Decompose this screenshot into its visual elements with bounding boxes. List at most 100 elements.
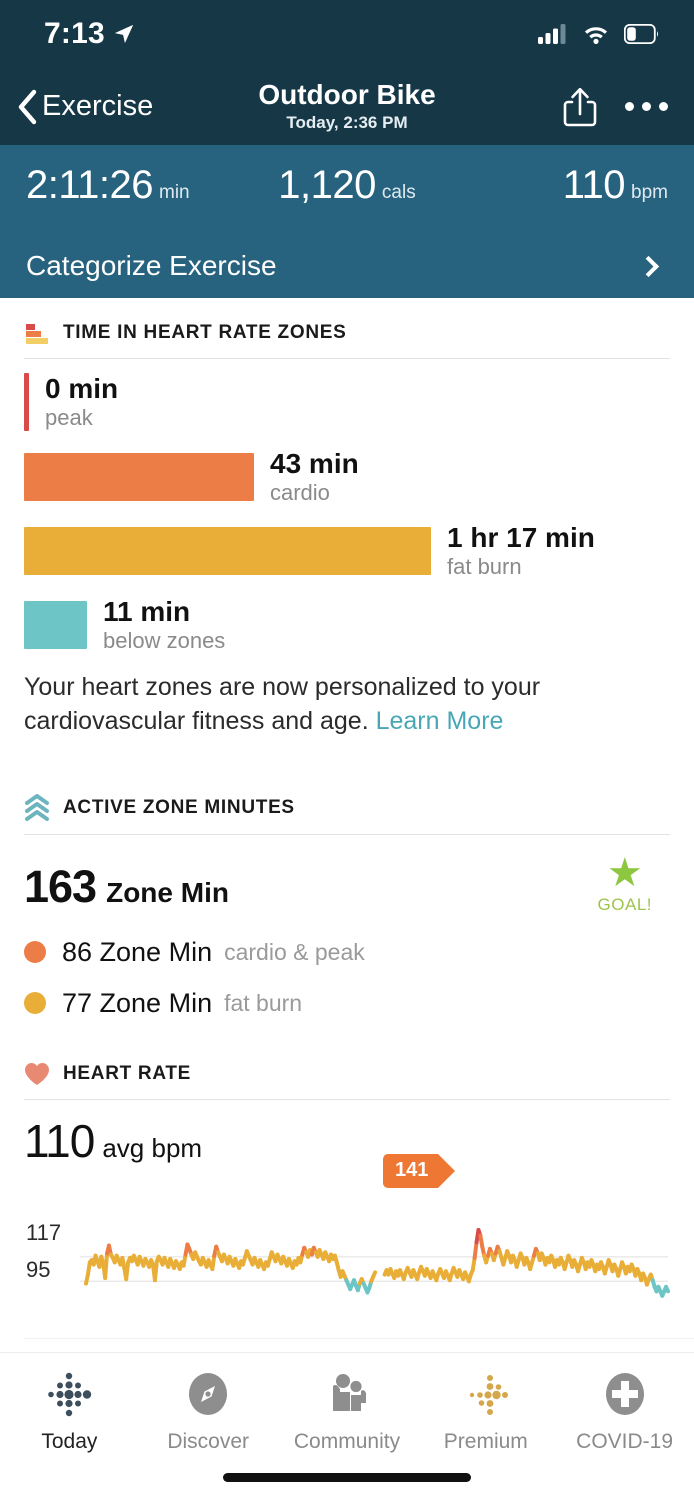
wifi-icon: [584, 27, 608, 44]
zone-text-cardio: 43 min cardio: [270, 448, 359, 505]
azm-header: ACTIVE ZONE MINUTES: [24, 772, 670, 834]
categorize-exercise-label: Categorize Exercise: [26, 250, 277, 281]
zone-name-fatburn: fat burn: [447, 553, 522, 579]
chevrons-up-icon: [25, 793, 49, 821]
azm-total: 163 Zone Min: [24, 861, 670, 913]
tab-label-community: Community: [293, 1430, 401, 1453]
heart-rate-avg-value: 110: [24, 1114, 95, 1167]
workout-stats-row: 2:11:26 min 1,120 cals 110 bpm: [26, 163, 668, 208]
more-options-icon[interactable]: [625, 102, 668, 111]
fitbit-premium-dots-icon: [469, 1375, 508, 1415]
stat-duration-value: 2:11:26: [26, 163, 154, 207]
status-bar-right: [538, 23, 660, 45]
tab-label-today: Today: [41, 1430, 98, 1453]
azm-legend-sub-fatburn: fat burn: [224, 989, 303, 1016]
heart-rate-section: HEART RATE 110 avg bpm 141 117 95: [0, 1039, 694, 1340]
heart-rate-chart-svg: [80, 1227, 670, 1298]
azm-title: ACTIVE ZONE MINUTES: [63, 796, 295, 818]
zone-value-fatburn: 1 hr 17 min: [447, 522, 595, 554]
heart-rate-peak-callout: 141: [383, 1153, 456, 1188]
categorize-exercise-row[interactable]: Categorize Exercise: [26, 234, 668, 298]
learn-more-link[interactable]: Learn More: [376, 707, 504, 735]
goal-badge: ★ GOAL!: [598, 853, 652, 915]
azm-total-label: Zone Min: [106, 876, 229, 908]
zone-name-peak: peak: [45, 404, 93, 430]
hr-zones-header: TIME IN HEART RATE ZONES: [24, 298, 670, 358]
share-icon[interactable]: [561, 85, 599, 129]
azm-legend-item-cardio-peak: 86 Zone Min cardio & peak: [24, 937, 670, 968]
heart-rate-chart[interactable]: 141 117 95: [24, 1153, 670, 1340]
heart-rate-avg-unit: avg bpm: [102, 1132, 203, 1163]
stat-heartrate: 110 bpm: [454, 163, 668, 208]
goal-label: GOAL!: [597, 894, 652, 914]
people-icon: [332, 1374, 366, 1411]
zone-row-belowzones: 11 min below zones: [24, 596, 670, 653]
zone-text-peak: 0 min peak: [45, 372, 119, 430]
star-icon: ★: [606, 850, 643, 895]
stat-calories-value: 1,120: [278, 163, 376, 207]
azm-section: ACTIVE ZONE MINUTES 163 Zone Min ★ GOAL!…: [0, 772, 694, 1019]
hr-zones-list: 0 min peak 43 min cardio 1 hr 17 min fat…: [24, 359, 670, 653]
exercise-detail-screen: 7:13 Exercise Outdoor Bike Today, 2:36 P…: [0, 0, 694, 1500]
status-bar-left: 7:13: [44, 17, 135, 51]
zone-row-cardio: 43 min cardio: [24, 448, 670, 505]
zone-row-peak: 0 min peak: [24, 373, 670, 431]
azm-legend-item-fatburn: 77 Zone Min fat burn: [24, 988, 670, 1019]
zone-row-fatburn: 1 hr 17 min fat burn: [24, 522, 670, 579]
azm-dot-fatburn: [24, 992, 46, 1015]
tab-premium[interactable]: Premium: [416, 1369, 555, 1454]
tab-covid19[interactable]: COVID-19: [555, 1369, 694, 1454]
back-button-label: Exercise: [42, 90, 154, 122]
azm-dot-cardio-peak: [24, 941, 46, 964]
tab-community[interactable]: Community: [278, 1369, 417, 1454]
nav-actions: [561, 85, 668, 129]
bar-chart-icon: [26, 324, 48, 344]
stat-heartrate-unit: bpm: [631, 182, 668, 203]
heart-rate-average: 110 avg bpm: [24, 1100, 670, 1168]
azm-legend-value-cardio-peak: 86 Zone Min: [62, 936, 213, 967]
zone-value-belowzones: 11 min: [103, 596, 191, 628]
zone-text-belowzones: 11 min below zones: [103, 596, 226, 653]
medical-cross-icon: [605, 1373, 644, 1415]
fitbit-dots-icon: [48, 1372, 92, 1417]
stat-calories-unit: cals: [381, 182, 416, 203]
status-bar: 7:13: [0, 0, 694, 68]
zone-bar-peak: [24, 373, 29, 431]
tab-today[interactable]: Today: [0, 1369, 139, 1454]
zone-name-belowzones: below zones: [103, 627, 226, 653]
compass-icon: [189, 1373, 228, 1415]
azm-total-value: 163: [24, 860, 97, 912]
zone-name-cardio: cardio: [270, 479, 330, 505]
back-button[interactable]: Exercise: [16, 89, 153, 125]
battery-low-icon: [624, 24, 658, 44]
azm-legend-value-fatburn: 77 Zone Min: [62, 987, 213, 1018]
heart-rate-header: HEART RATE: [24, 1039, 670, 1099]
zone-bar-belowzones: [24, 601, 87, 650]
cellular-signal-icon: [538, 24, 566, 44]
zone-bar-cardio: [24, 453, 254, 502]
azm-legend: 86 Zone Min cardio & peak 77 Zone Min fa…: [24, 937, 670, 1019]
chevron-left-icon: [18, 89, 37, 124]
zone-text-fatburn: 1 hr 17 min fat burn: [447, 522, 595, 579]
home-indicator: [223, 1473, 471, 1482]
zone-bar-fatburn: [24, 527, 431, 576]
hr-zones-note: Your heart zones are now personalized to…: [24, 671, 670, 738]
hr-zones-section: TIME IN HEART RATE ZONES 0 min peak 43 m…: [0, 298, 694, 738]
tab-discover[interactable]: Discover: [139, 1369, 278, 1454]
azm-legend-sub-cardio-peak: cardio & peak: [224, 938, 365, 965]
heart-rate-title: HEART RATE: [63, 1062, 192, 1084]
workout-stats-band: 2:11:26 min 1,120 cals 110 bpm Categoriz…: [0, 145, 694, 298]
chevron-right-icon: [637, 255, 660, 277]
heart-icon: [25, 1062, 49, 1085]
location-arrow-icon: [114, 24, 134, 44]
status-bar-time: 7:13: [44, 17, 105, 50]
tab-label-covid19: COVID-19: [576, 1430, 674, 1453]
stat-duration: 2:11:26 min: [26, 163, 240, 208]
bottom-tab-bar: Today Discover Community Premium COVID-1…: [0, 1352, 694, 1500]
tab-label-premium: Premium: [443, 1430, 528, 1453]
stat-heartrate-value: 110: [562, 163, 626, 207]
hr-zones-title: TIME IN HEART RATE ZONES: [63, 322, 347, 343]
navigation-bar: Exercise Outdoor Bike Today, 2:36 PM: [0, 68, 694, 145]
stat-calories: 1,120 cals: [240, 163, 454, 208]
zone-value-peak: 0 min: [45, 372, 119, 404]
